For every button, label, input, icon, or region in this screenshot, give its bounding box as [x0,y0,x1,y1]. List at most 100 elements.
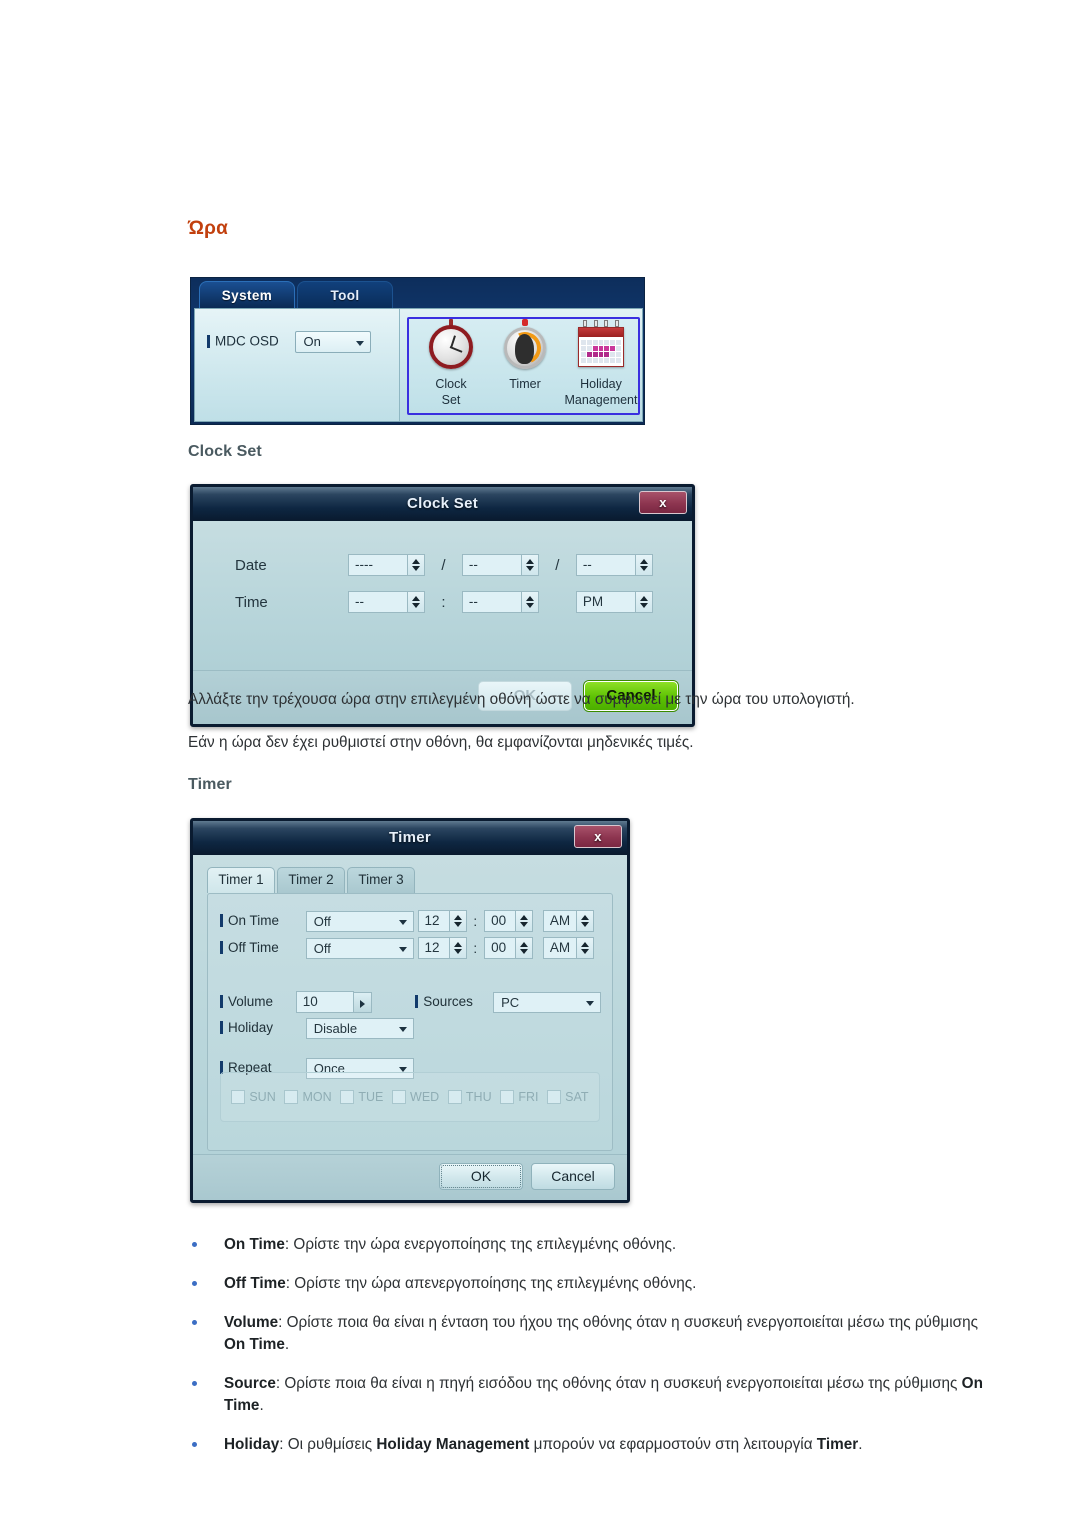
timer-wedge-icon [515,334,534,364]
paragraph-clock-set-2: Εάν η ώρα δεν έχει ρυθμιστεί στην οθόνη,… [188,734,694,751]
date-year-spinner[interactable] [408,554,425,576]
on-time-meridiem-field[interactable]: AM [542,910,577,932]
close-icon[interactable]: x [574,825,622,848]
tool-clock-set-label-1: Clock [435,377,467,391]
on-time-hour-field[interactable]: 12 [417,910,450,932]
tab-timer-2[interactable]: Timer 2 [277,867,345,893]
tab-timer-1[interactable]: Timer 1 [207,867,275,893]
off-time-mode-select[interactable]: Off [305,937,414,959]
off-time-label: Off Time [228,939,279,955]
bullet-term-volume-b: On Time [224,1336,285,1353]
tool-clock-set-label-2: Set [441,393,461,407]
day-checkbox-fri[interactable]: FRI [500,1090,538,1104]
day-checkbox-thu[interactable]: THU [447,1090,492,1104]
checkbox-icon[interactable] [447,1090,462,1104]
clock-set-titlebar: Clock Set x [193,487,692,521]
bullet-term-off-time: Off Time [224,1275,286,1292]
bullet-term-volume: Volume [224,1314,279,1331]
bullet-dot-icon [192,1442,197,1447]
bullet-term-source: Source [224,1375,276,1392]
checkbox-icon[interactable] [500,1090,515,1104]
checkbox-icon[interactable] [547,1090,562,1104]
chevron-down-icon [398,1027,407,1032]
timer-body: Timer 1 Timer 2 Timer 3 On Time Off 12 :… [193,855,627,1200]
date-month-spinner[interactable] [521,554,539,576]
manual-page: Ώρα System Tool MDC OSD On Clock Set Tim… [0,0,1080,1527]
sources-label: Sources [423,993,473,1009]
off-time-hour-spinner[interactable] [449,937,467,959]
date-year-field[interactable]: ---- [348,554,408,576]
off-time-hour-field[interactable]: 12 [417,937,450,959]
timer-options-list: On Time: Ορίστε την ώρα ενεργοποίησης τη… [188,1234,1000,1473]
date-day-spinner[interactable] [635,554,653,576]
timer-title-text: Timer [388,829,432,846]
tool-timer[interactable]: Timer [487,319,563,391]
tool-holiday-management[interactable]: Holiday Management [561,320,641,407]
alarm-clock-face-icon [429,325,473,369]
mdc-osd-label: MDC OSD [215,333,279,349]
checkbox-icon[interactable] [392,1090,407,1104]
time-hour-field[interactable]: -- [348,591,408,613]
day-checkbox-sun[interactable]: SUN [231,1090,276,1104]
time-hour-spinner[interactable] [408,591,425,613]
day-checkbox-mon[interactable]: MON [284,1090,332,1104]
day-checkbox-wed[interactable]: WED [392,1090,439,1104]
tab-system[interactable]: System [199,281,295,308]
calendar-rings-icon [583,320,619,327]
holiday-value: Disable [313,1021,358,1036]
on-time-label: On Time [228,912,280,928]
holiday-select[interactable]: Disable [305,1018,414,1039]
holiday-label: Holiday [228,1020,274,1036]
list-item: Off Time: Ορίστε την ώρα απενεργοποίησης… [188,1273,1000,1295]
time-meridiem-spinner[interactable] [635,591,653,613]
on-time-row: On Time Off 12 : 00 AM [220,910,594,932]
holiday-row: Holiday Disable [220,1018,414,1039]
checkbox-icon[interactable] [284,1090,299,1104]
off-time-meridiem-field[interactable]: AM [542,937,577,959]
timer-cancel-button[interactable]: Cancel [531,1163,615,1190]
volume-label: Volume [228,993,274,1009]
timer-knob-icon [522,319,528,326]
day-checkbox-tue[interactable]: TUE [340,1090,383,1104]
checkbox-icon[interactable] [340,1090,355,1104]
bullet-text-source-a: : Ορίστε ποια θα είναι η πηγή εισόδου τη… [275,1375,962,1392]
off-time-colon: : [473,940,478,956]
off-time-meridiem-spinner[interactable] [576,937,594,959]
close-icon[interactable]: x [639,491,687,514]
field-tick-icon [220,913,223,927]
bullet-text-holiday-a: : Οι ρυθμίσεις [279,1436,377,1453]
tab-tool[interactable]: Tool [297,281,393,308]
bullet-text-off-time: : Ορίστε την ώρα απενεργοποίησης της επι… [285,1275,697,1292]
time-meridiem-field[interactable]: PM [575,591,636,613]
date-day-field[interactable]: -- [575,554,636,576]
on-time-mode-select[interactable]: Off [305,910,414,932]
tab-timer-3[interactable]: Timer 3 [347,867,415,893]
checkbox-icon[interactable] [231,1090,246,1104]
time-minute-spinner[interactable] [521,591,539,613]
calendar-icon [578,327,624,367]
on-time-minute-field[interactable]: 00 [484,910,517,932]
on-time-minute-spinner[interactable] [516,910,534,932]
sources-select[interactable]: PC [493,991,602,1013]
tool-clock-set[interactable]: Clock Set [413,319,489,407]
off-time-minute-spinner[interactable] [516,937,534,959]
bullet-text-holiday-c: . [858,1436,863,1453]
field-tick-icon [220,1021,223,1035]
bullet-text-source-b: . [259,1397,264,1414]
stopwatch-dial-icon [504,327,546,369]
field-tick-icon [220,940,223,954]
day-label-wed: WED [410,1090,440,1104]
date-month-field[interactable]: -- [461,554,522,576]
on-time-meridiem-spinner[interactable] [576,910,594,932]
volume-stepper-icon[interactable] [353,991,372,1013]
on-time-hour-spinner[interactable] [449,910,467,932]
timer-ok-button[interactable]: OK [439,1163,523,1190]
chevron-down-icon [398,946,407,952]
day-checkbox-sat[interactable]: SAT [547,1090,589,1104]
off-time-minute-field[interactable]: 00 [484,937,517,959]
day-label-sat: SAT [565,1090,589,1104]
day-label-thu: THU [465,1090,492,1104]
volume-field[interactable]: 10 [295,991,354,1013]
time-minute-field[interactable]: -- [461,591,522,613]
mdc-osd-select[interactable]: On [294,331,371,353]
